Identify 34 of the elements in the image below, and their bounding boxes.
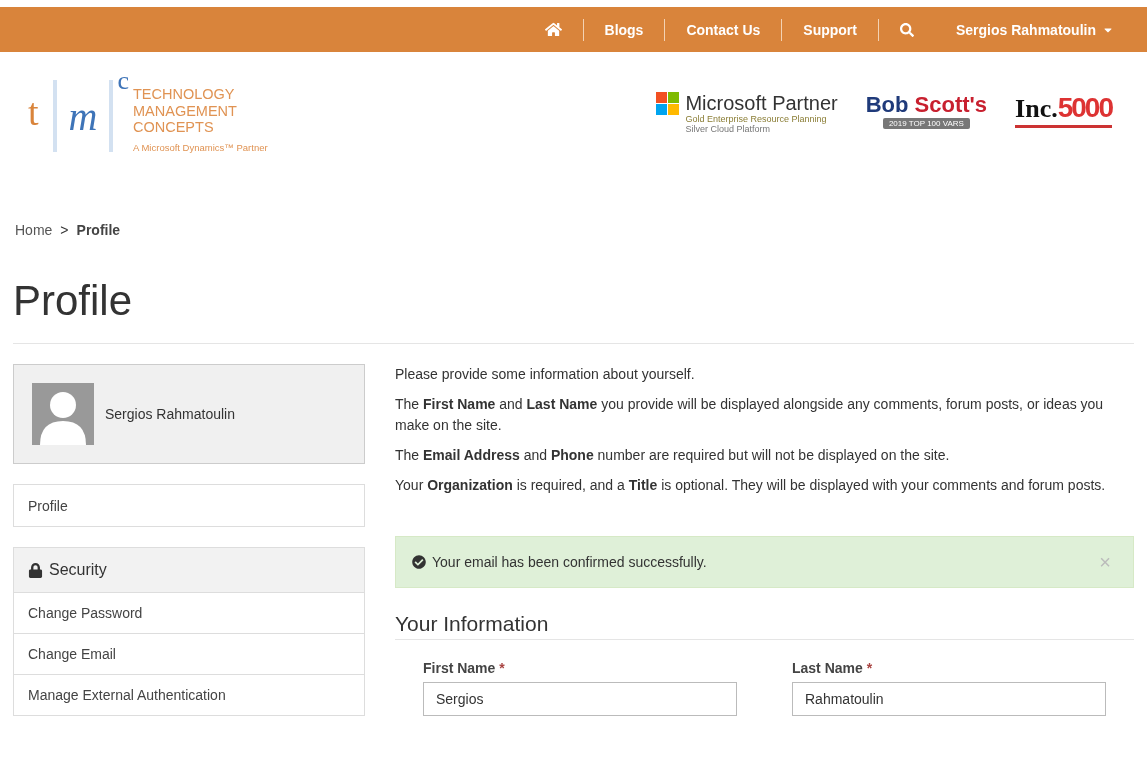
user-name: Sergios Rahmatoulin xyxy=(105,406,235,422)
partner-level: Gold Enterprise Resource Planning xyxy=(685,114,828,124)
award-name: Bob Scott's xyxy=(865,92,988,118)
field-label: First Name xyxy=(423,660,496,676)
lock-icon xyxy=(28,562,43,578)
input-field[interactable]: Rahmatoulin xyxy=(792,682,1106,716)
logo-tagline: A Microsoft Dynamics™ Partner xyxy=(133,140,268,155)
logo-text: MANAGEMENT xyxy=(133,102,238,119)
section-title: Security xyxy=(49,561,107,579)
input-field[interactable]: Sergios xyxy=(423,682,737,716)
breadcrumb-separator: > xyxy=(60,222,69,238)
intro-paragraph: Please provide some information about yourself. xyxy=(395,365,696,384)
logo-text: TECHNOLOGY xyxy=(133,86,236,103)
inc-logo: Inc.5000 xyxy=(1015,92,1112,128)
required-mark: * xyxy=(499,660,505,676)
section-heading: Your Information xyxy=(395,612,1134,640)
page-title: Profile xyxy=(13,277,1134,344)
intro-paragraph: The Email Address and Phone number are required but will not be displayed on the site. xyxy=(395,446,951,465)
logo-text: CONCEPTS xyxy=(133,119,215,136)
partner-level: Silver Cloud Platform xyxy=(685,124,771,134)
intro-paragraph: Your Organization is required, and a Title is optional. They will be displayed with your comments and forum posts. xyxy=(395,476,1107,495)
avatar-silhouette-icon xyxy=(32,383,94,445)
partner-name: Microsoft Partner xyxy=(685,92,838,114)
field-label: Last Name xyxy=(792,660,863,676)
required-mark: * xyxy=(866,660,873,676)
logo-letter: c xyxy=(117,66,129,96)
windows-logo-icon xyxy=(656,92,680,115)
logo-letter: t xyxy=(28,90,39,134)
logo-letter: m xyxy=(68,92,98,140)
alert-message: Your email has been confirmed successfully. xyxy=(432,554,707,570)
breadcrumb-link[interactable]: Home xyxy=(15,222,53,238)
check-icon xyxy=(412,555,426,569)
award-banner: 2019 TOP 100 VARS xyxy=(882,118,970,129)
intro-paragraph: The First Name and Last Name you provide will be displayed alongside any comments, forum posts, or ideas you make on the site. xyxy=(395,395,1105,435)
